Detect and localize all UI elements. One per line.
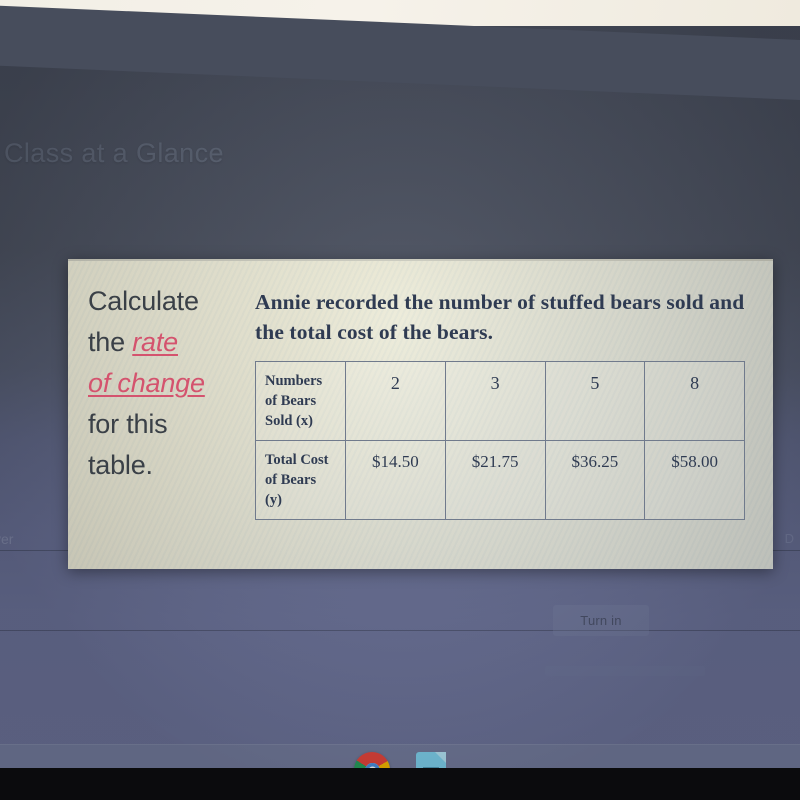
page-heading-faint: Class at a Glance <box>4 138 224 168</box>
content-column: Annie recorded the number of stuffed bea… <box>255 261 773 569</box>
classroom-page: Class at a Glance ver D Turn in Calculat… <box>0 26 800 768</box>
placeholder-row <box>545 666 705 676</box>
row-header-y: Total Cost of Bears (y) <box>255 440 346 520</box>
section-divider-bottom <box>0 630 800 631</box>
google-docs-icon[interactable] <box>416 752 446 768</box>
cell-y-1: $14.50 <box>345 440 446 520</box>
question-statement: Annie recorded the number of stuffed bea… <box>255 290 745 344</box>
cell-x-2: 3 <box>444 361 546 441</box>
chrome-icon[interactable] <box>354 752 390 768</box>
prompt-line-1: Calculate <box>88 286 199 316</box>
bears-data-table: Numbers of Bears Sold (x) 2 3 5 8 Total … <box>255 361 745 520</box>
right-margin-label: D <box>784 531 794 546</box>
prompt-line-3: of change <box>88 363 255 404</box>
row-header-y-line-3: (y) <box>265 492 282 508</box>
table-row: Numbers of Bears Sold (x) 2 3 5 8 <box>255 361 745 441</box>
taskbar-icons <box>0 745 800 768</box>
rate-link[interactable]: rate <box>132 327 178 357</box>
row-header-x: Numbers of Bears Sold (x) <box>255 361 346 441</box>
of-change-link[interactable]: of change <box>88 368 205 398</box>
row-header-y-line-2: of Bears <box>265 472 317 488</box>
cell-y-2: $21.75 <box>444 440 546 520</box>
row-header-y-line-1: Total Cost <box>265 452 329 468</box>
taskbar <box>0 744 800 768</box>
table-row: Total Cost of Bears (y) $14.50 $21.75 $3… <box>255 440 745 520</box>
cell-x-4: 8 <box>644 361 745 441</box>
cell-y-3: $36.25 <box>544 440 646 520</box>
row-header-x-line-1: Numbers <box>265 373 323 389</box>
cell-x-1: 2 <box>345 361 446 441</box>
prompt-line-2-prefix: the <box>88 327 133 357</box>
cell-x-3: 5 <box>544 361 646 441</box>
laptop-bottom-bezel <box>0 768 800 800</box>
cell-y-4: $58.00 <box>644 440 745 520</box>
screenshot-root: Class at a Glance ver D Turn in Calculat… <box>0 0 800 800</box>
prompt-line-4: for this <box>88 409 168 439</box>
left-margin-label: ver <box>0 531 14 547</box>
worksheet-attachment-card[interactable]: Calculate the rate of change for this ta… <box>68 259 773 569</box>
row-header-x-line-3: Sold (x) <box>265 413 313 429</box>
prompt-line-2: the rate <box>88 322 255 363</box>
turn-in-button[interactable]: Turn in <box>553 605 649 636</box>
prompt-column: Calculate the rate of change for this ta… <box>68 261 255 569</box>
prompt-line-5: table. <box>88 450 153 480</box>
row-header-x-line-2: of Bears <box>265 393 317 409</box>
